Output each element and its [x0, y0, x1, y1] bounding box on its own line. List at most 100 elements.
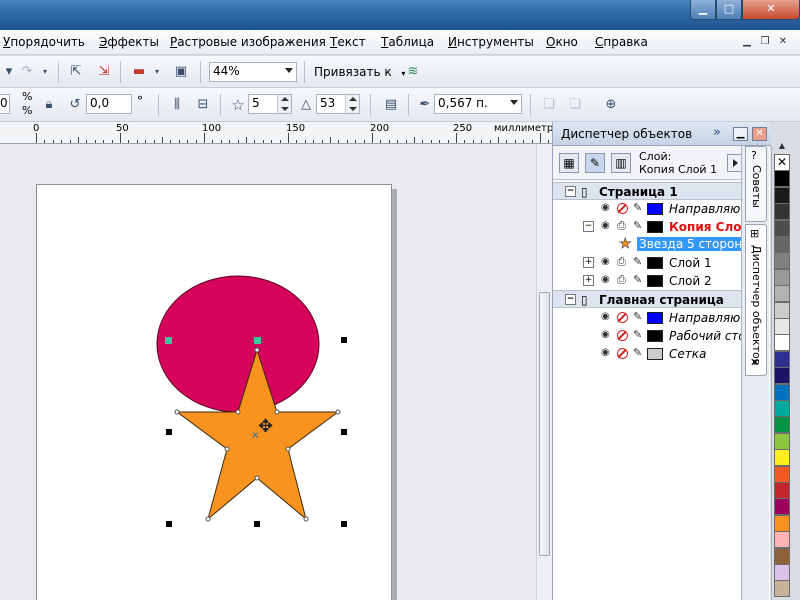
- palette-swatch[interactable]: [774, 318, 790, 335]
- tab-hints[interactable]: ? Советы: [745, 146, 767, 222]
- palette-swatch[interactable]: [774, 498, 790, 516]
- palette-swatch[interactable]: [774, 236, 790, 253]
- star-node[interactable]: [303, 516, 309, 522]
- tree-layer-row[interactable]: ◉ ✎ Сетка: [553, 345, 745, 363]
- printer-icon[interactable]: ⎙: [617, 256, 629, 268]
- tree-object-row[interactable]: ★ Звезда 5 сторон: К: [553, 236, 745, 254]
- layer-color-swatch[interactable]: [647, 257, 663, 269]
- star-node[interactable]: [335, 409, 341, 415]
- menu-item-5[interactable]: Таблица: [381, 35, 434, 49]
- selection-handle[interactable]: [254, 521, 260, 527]
- star-node[interactable]: [205, 516, 211, 522]
- show-properties-icon[interactable]: ▦: [559, 153, 579, 173]
- palette-swatch[interactable]: [774, 514, 790, 532]
- star-node[interactable]: [274, 409, 280, 415]
- palette-swatch[interactable]: [774, 482, 790, 499]
- tree-layer-row[interactable]: ◉ ✎ Рабочий сто: [553, 327, 745, 345]
- edit-across-layers-icon[interactable]: ✎: [585, 153, 605, 173]
- ellipse-shape[interactable]: [156, 275, 320, 413]
- visibility-eye-icon[interactable]: ◉: [601, 330, 613, 340]
- snap-to-button[interactable]: Привязать к ▾: [314, 65, 405, 79]
- doc-restore-icon[interactable]: ❐: [758, 36, 772, 49]
- printer-icon[interactable]: ⎙: [617, 220, 629, 232]
- palette-scroll-up-icon[interactable]: ▲: [775, 140, 789, 152]
- page-icon[interactable]: ▯: [581, 185, 588, 199]
- palette-swatch[interactable]: [774, 580, 790, 598]
- star-node[interactable]: [254, 475, 260, 481]
- palette-swatch[interactable]: [774, 531, 790, 549]
- tree-layer-row[interactable]: − ◉ ⎙ ✎ Копия Слой: [553, 218, 745, 236]
- visibility-eye-icon[interactable]: ◉: [601, 348, 613, 358]
- menu-item-2[interactable]: Эффекты: [99, 35, 159, 49]
- export-icon[interactable]: ⇲: [95, 63, 113, 81]
- docker-minimize-button[interactable]: ▁: [733, 127, 748, 141]
- star-sharpness-field[interactable]: 53: [316, 94, 360, 114]
- tree-page-row[interactable]: − ▯ Страница 1: [553, 182, 745, 200]
- tab-close-icon[interactable]: ✕: [750, 356, 759, 369]
- docker-expand-icon[interactable]: »: [713, 125, 721, 140]
- palette-swatch[interactable]: [774, 301, 790, 319]
- layer-color-swatch[interactable]: [647, 348, 663, 360]
- menu-item-7[interactable]: Окно: [546, 35, 578, 49]
- layer-color-swatch[interactable]: [647, 312, 663, 324]
- redo-dropdown-icon[interactable]: ▾: [36, 63, 54, 81]
- drawing-canvas[interactable]: ✥ ×: [0, 144, 536, 600]
- tree-layer-row[interactable]: + ◉ ⎙ ✎ Слой 2: [553, 272, 745, 290]
- visibility-eye-icon[interactable]: ◉: [601, 275, 613, 285]
- scale-field[interactable]: 0: [0, 94, 10, 114]
- tab-object-manager[interactable]: ⊞ Диспетчер объектов: [745, 224, 767, 376]
- mirror-vertical-icon[interactable]: ⊟: [194, 96, 212, 114]
- printer-icon[interactable]: ⎙: [617, 274, 629, 286]
- layer-color-swatch[interactable]: [647, 330, 663, 342]
- options-icon[interactable]: ≋: [404, 63, 422, 81]
- minimize-button[interactable]: ▁: [690, 0, 716, 20]
- palette-swatch[interactable]: [774, 170, 790, 188]
- menu-item-6[interactable]: Инструменты: [448, 35, 534, 49]
- canvas-vertical-scrollbar[interactable]: [536, 144, 552, 600]
- menu-item-3[interactable]: Растровые изображения: [170, 35, 326, 49]
- palette-swatch[interactable]: [774, 400, 790, 417]
- page-icon[interactable]: ▯: [581, 293, 588, 307]
- palette-swatch[interactable]: [774, 383, 790, 401]
- maximize-button[interactable]: □: [716, 0, 742, 20]
- palette-swatch[interactable]: [774, 285, 790, 303]
- expand-layer-icon[interactable]: +: [583, 275, 594, 286]
- wrap-text-icon[interactable]: ▤: [382, 96, 400, 114]
- tree-layer-row[interactable]: ◉ ✎ Направляющ: [553, 309, 745, 327]
- visibility-eye-icon[interactable]: ◉: [601, 312, 613, 322]
- scrollbar-thumb[interactable]: [539, 292, 550, 556]
- layer-manager-view-icon[interactable]: ▥: [611, 153, 631, 173]
- palette-swatch[interactable]: [774, 186, 790, 204]
- star-node[interactable]: [285, 446, 291, 452]
- application-launcher-icon[interactable]: ▬: [130, 63, 148, 81]
- layer-color-swatch[interactable]: [647, 221, 663, 233]
- no-print-icon[interactable]: [617, 203, 628, 214]
- collapse-page-icon[interactable]: −: [565, 294, 576, 305]
- star-node[interactable]: [224, 446, 230, 452]
- back-icon[interactable]: ❏: [566, 96, 584, 114]
- tree-page-row[interactable]: − ▯ Главная страница: [553, 290, 745, 308]
- palette-swatch[interactable]: [774, 219, 790, 237]
- lock-ratio-icon[interactable]: 🔒︎: [40, 96, 58, 114]
- edit-pencil-icon[interactable]: ✎: [633, 311, 645, 323]
- ellipse-node-left[interactable]: [165, 337, 172, 344]
- zoom-level-select[interactable]: 44%: [209, 62, 297, 82]
- layer-color-swatch[interactable]: [647, 275, 663, 287]
- tree-layer-row[interactable]: + ◉ ⎙ ✎ Слой 1: [553, 254, 745, 272]
- doc-close-icon[interactable]: ✕: [776, 36, 790, 49]
- welcome-screen-icon[interactable]: ▣: [172, 63, 190, 81]
- star-points-field[interactable]: 5: [248, 94, 292, 114]
- visibility-eye-icon[interactable]: ◉: [601, 257, 613, 267]
- outline-width-select[interactable]: 0,567 п.: [434, 94, 522, 114]
- palette-swatch[interactable]: [774, 564, 790, 581]
- edit-pencil-icon[interactable]: ✎: [633, 329, 645, 341]
- palette-swatch[interactable]: [774, 334, 790, 352]
- ellipse-node-top[interactable]: [254, 337, 261, 344]
- star-node[interactable]: [174, 409, 180, 415]
- palette-swatch[interactable]: [774, 350, 790, 368]
- close-window-button[interactable]: ✕: [742, 0, 800, 20]
- star-object-icon[interactable]: ★: [619, 236, 632, 252]
- palette-swatch[interactable]: [774, 203, 790, 221]
- front-icon[interactable]: ❏: [540, 96, 558, 114]
- palette-swatch[interactable]: [774, 547, 790, 565]
